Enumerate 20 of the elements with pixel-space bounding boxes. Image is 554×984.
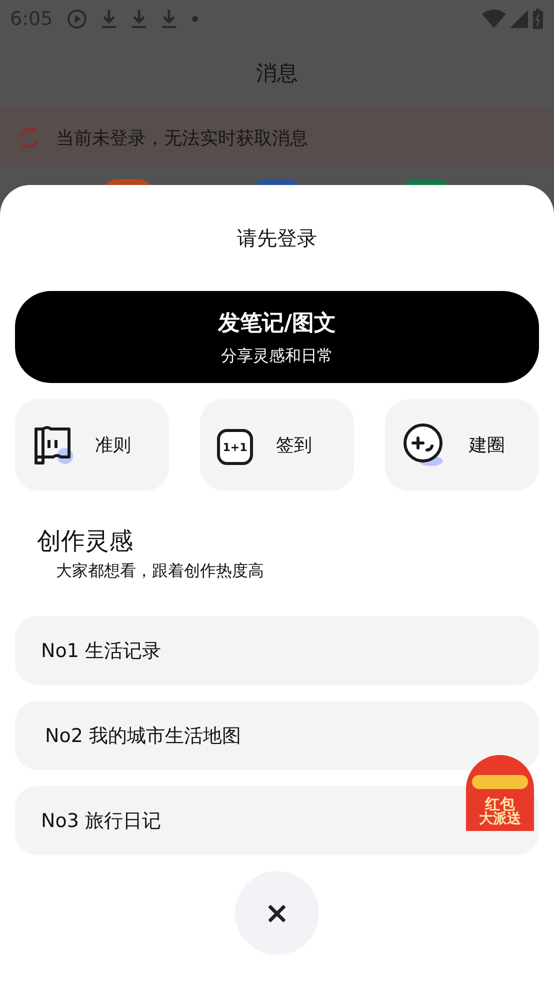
topic-button[interactable]: No2 我的城市生活地图 <box>15 701 539 770</box>
download-icon <box>160 9 177 29</box>
download-icon <box>130 9 147 29</box>
action-button[interactable]: 建圈 <box>385 399 539 491</box>
topic-button[interactable]: No1 生活记录 <box>15 616 539 685</box>
close-button[interactable]: × <box>235 871 319 955</box>
signal-icon <box>510 10 528 28</box>
page-title: 消息 <box>256 60 298 87</box>
play-icon <box>66 9 87 29</box>
section-title: 创作灵感 <box>37 526 134 557</box>
battery-icon <box>532 8 544 30</box>
action-button[interactable]: 准则 <box>15 399 169 491</box>
login-notice: 当前未登录，无法实时获取消息 <box>56 127 308 150</box>
action-button[interactable]: 1+1 签到 <box>200 399 354 491</box>
dot-icon <box>190 15 199 23</box>
sheet-title: 请先登录 <box>237 225 317 252</box>
download-icon <box>100 9 117 29</box>
post-note-button[interactable]: 发笔记/图文 分享灵感和日常 <box>15 291 539 383</box>
wifi-icon <box>482 9 506 29</box>
section-subtitle: 大家都想看，跟着创作热度高 <box>56 561 265 582</box>
